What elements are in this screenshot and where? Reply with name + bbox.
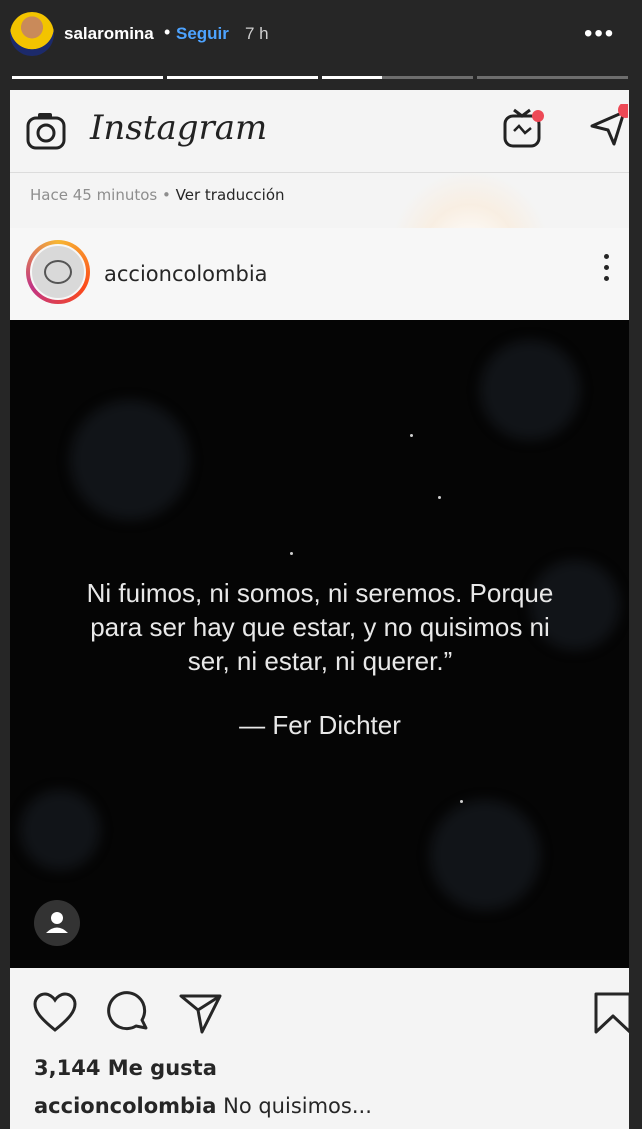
post-username[interactable]: accioncolombia	[104, 262, 268, 286]
quote-author: — Fer Dichter	[239, 710, 401, 740]
instagram-logo: Instagram	[90, 108, 268, 148]
tag-user-icon[interactable]	[34, 900, 80, 946]
bokeh-light	[430, 800, 540, 910]
star-dot	[290, 552, 293, 555]
quote-line: ser, ni estar, ni querer.”	[187, 646, 453, 676]
igtv-icon[interactable]	[502, 106, 544, 148]
time-separator: •	[157, 186, 176, 204]
story-header: salaromina • Seguir 7 h •••	[0, 0, 642, 90]
likes-count[interactable]: 3,144 Me gusta	[34, 1056, 217, 1080]
story-time: 7 h	[245, 24, 269, 43]
more-vertical-icon[interactable]	[604, 254, 612, 286]
translate-link[interactable]: Ver traducción	[176, 186, 285, 204]
story-separator: •	[164, 22, 171, 42]
post-image[interactable]: Ni fuimos, ni somos, ni seremos. Porque …	[10, 320, 629, 968]
camera-icon[interactable]	[26, 112, 66, 150]
progress-segment	[12, 76, 163, 79]
post-header: accioncolombia	[10, 228, 629, 320]
quote-line: Ni fuimos, ni somos, ni seremos. Porque	[86, 578, 554, 608]
bookmark-icon[interactable]	[590, 990, 629, 1036]
caption-text: No quisimos...	[216, 1094, 372, 1118]
instagram-topbar: Instagram	[10, 90, 629, 173]
bokeh-light	[480, 340, 580, 440]
post-actions	[10, 968, 629, 1058]
story-progress	[12, 76, 628, 79]
follow-button[interactable]: Seguir	[176, 24, 229, 44]
comment-icon[interactable]	[106, 990, 152, 1036]
star-dot	[410, 434, 413, 437]
star-dot	[438, 496, 441, 499]
more-horizontal-icon[interactable]: •••	[584, 20, 615, 48]
caption-username[interactable]: accioncolombia	[34, 1094, 216, 1118]
share-icon[interactable]	[178, 990, 224, 1036]
quote-line: para ser hay que estar, y no quisimos ni	[90, 612, 550, 642]
post-caption: accioncolombia No quisimos...	[34, 1094, 372, 1118]
progress-segment	[167, 76, 318, 79]
star-dot	[460, 800, 463, 803]
direct-message-icon[interactable]	[588, 104, 628, 148]
post-time-row: Hace 45 minutos • Ver traducción	[30, 186, 285, 204]
story-content: Instagram Hace 45 minutos • Ver traducci…	[10, 90, 629, 1129]
progress-segment	[477, 76, 628, 79]
bokeh-light	[20, 790, 100, 870]
quote-text: Ni fuimos, ni somos, ni seremos. Porque …	[50, 576, 590, 678]
story-username[interactable]: salaromina	[64, 24, 154, 44]
post-time: Hace 45 minutos	[30, 186, 158, 204]
post-avatar[interactable]	[26, 240, 90, 304]
bokeh-light	[70, 400, 190, 520]
heart-icon[interactable]	[32, 990, 78, 1036]
progress-segment	[322, 76, 473, 79]
story-avatar[interactable]	[10, 12, 54, 56]
